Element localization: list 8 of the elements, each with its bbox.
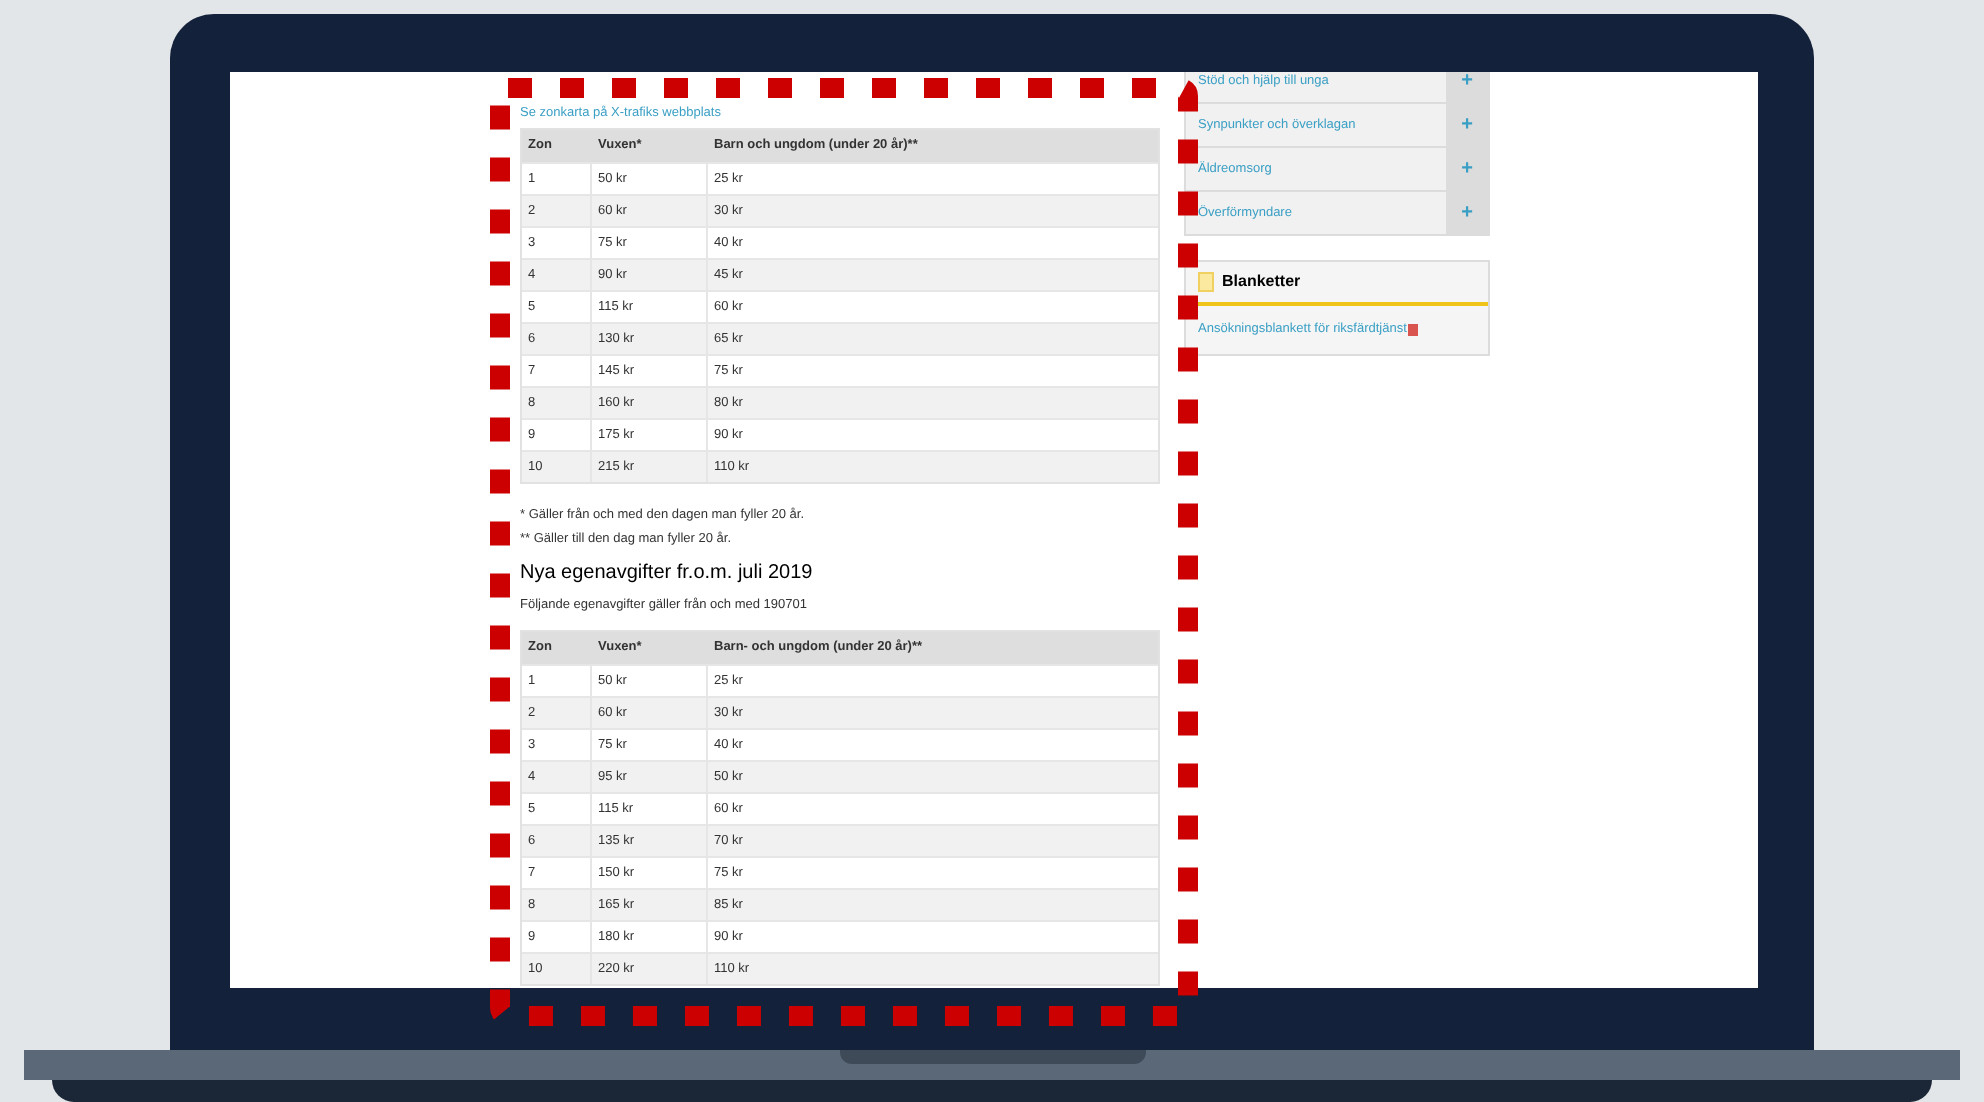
pdf-icon bbox=[1408, 324, 1419, 336]
section-heading: Nya egenavgifter fr.o.m. juli 2019 bbox=[520, 560, 815, 588]
expand-toggle[interactable]: + bbox=[1446, 192, 1488, 234]
expand-toggle[interactable]: + bbox=[1446, 148, 1488, 190]
document-icon bbox=[1198, 272, 1214, 292]
forms-title: Blanketter bbox=[1222, 272, 1301, 292]
expand-toggle[interactable]: + bbox=[1446, 104, 1488, 146]
expand-toggle[interactable]: + bbox=[1446, 72, 1488, 102]
